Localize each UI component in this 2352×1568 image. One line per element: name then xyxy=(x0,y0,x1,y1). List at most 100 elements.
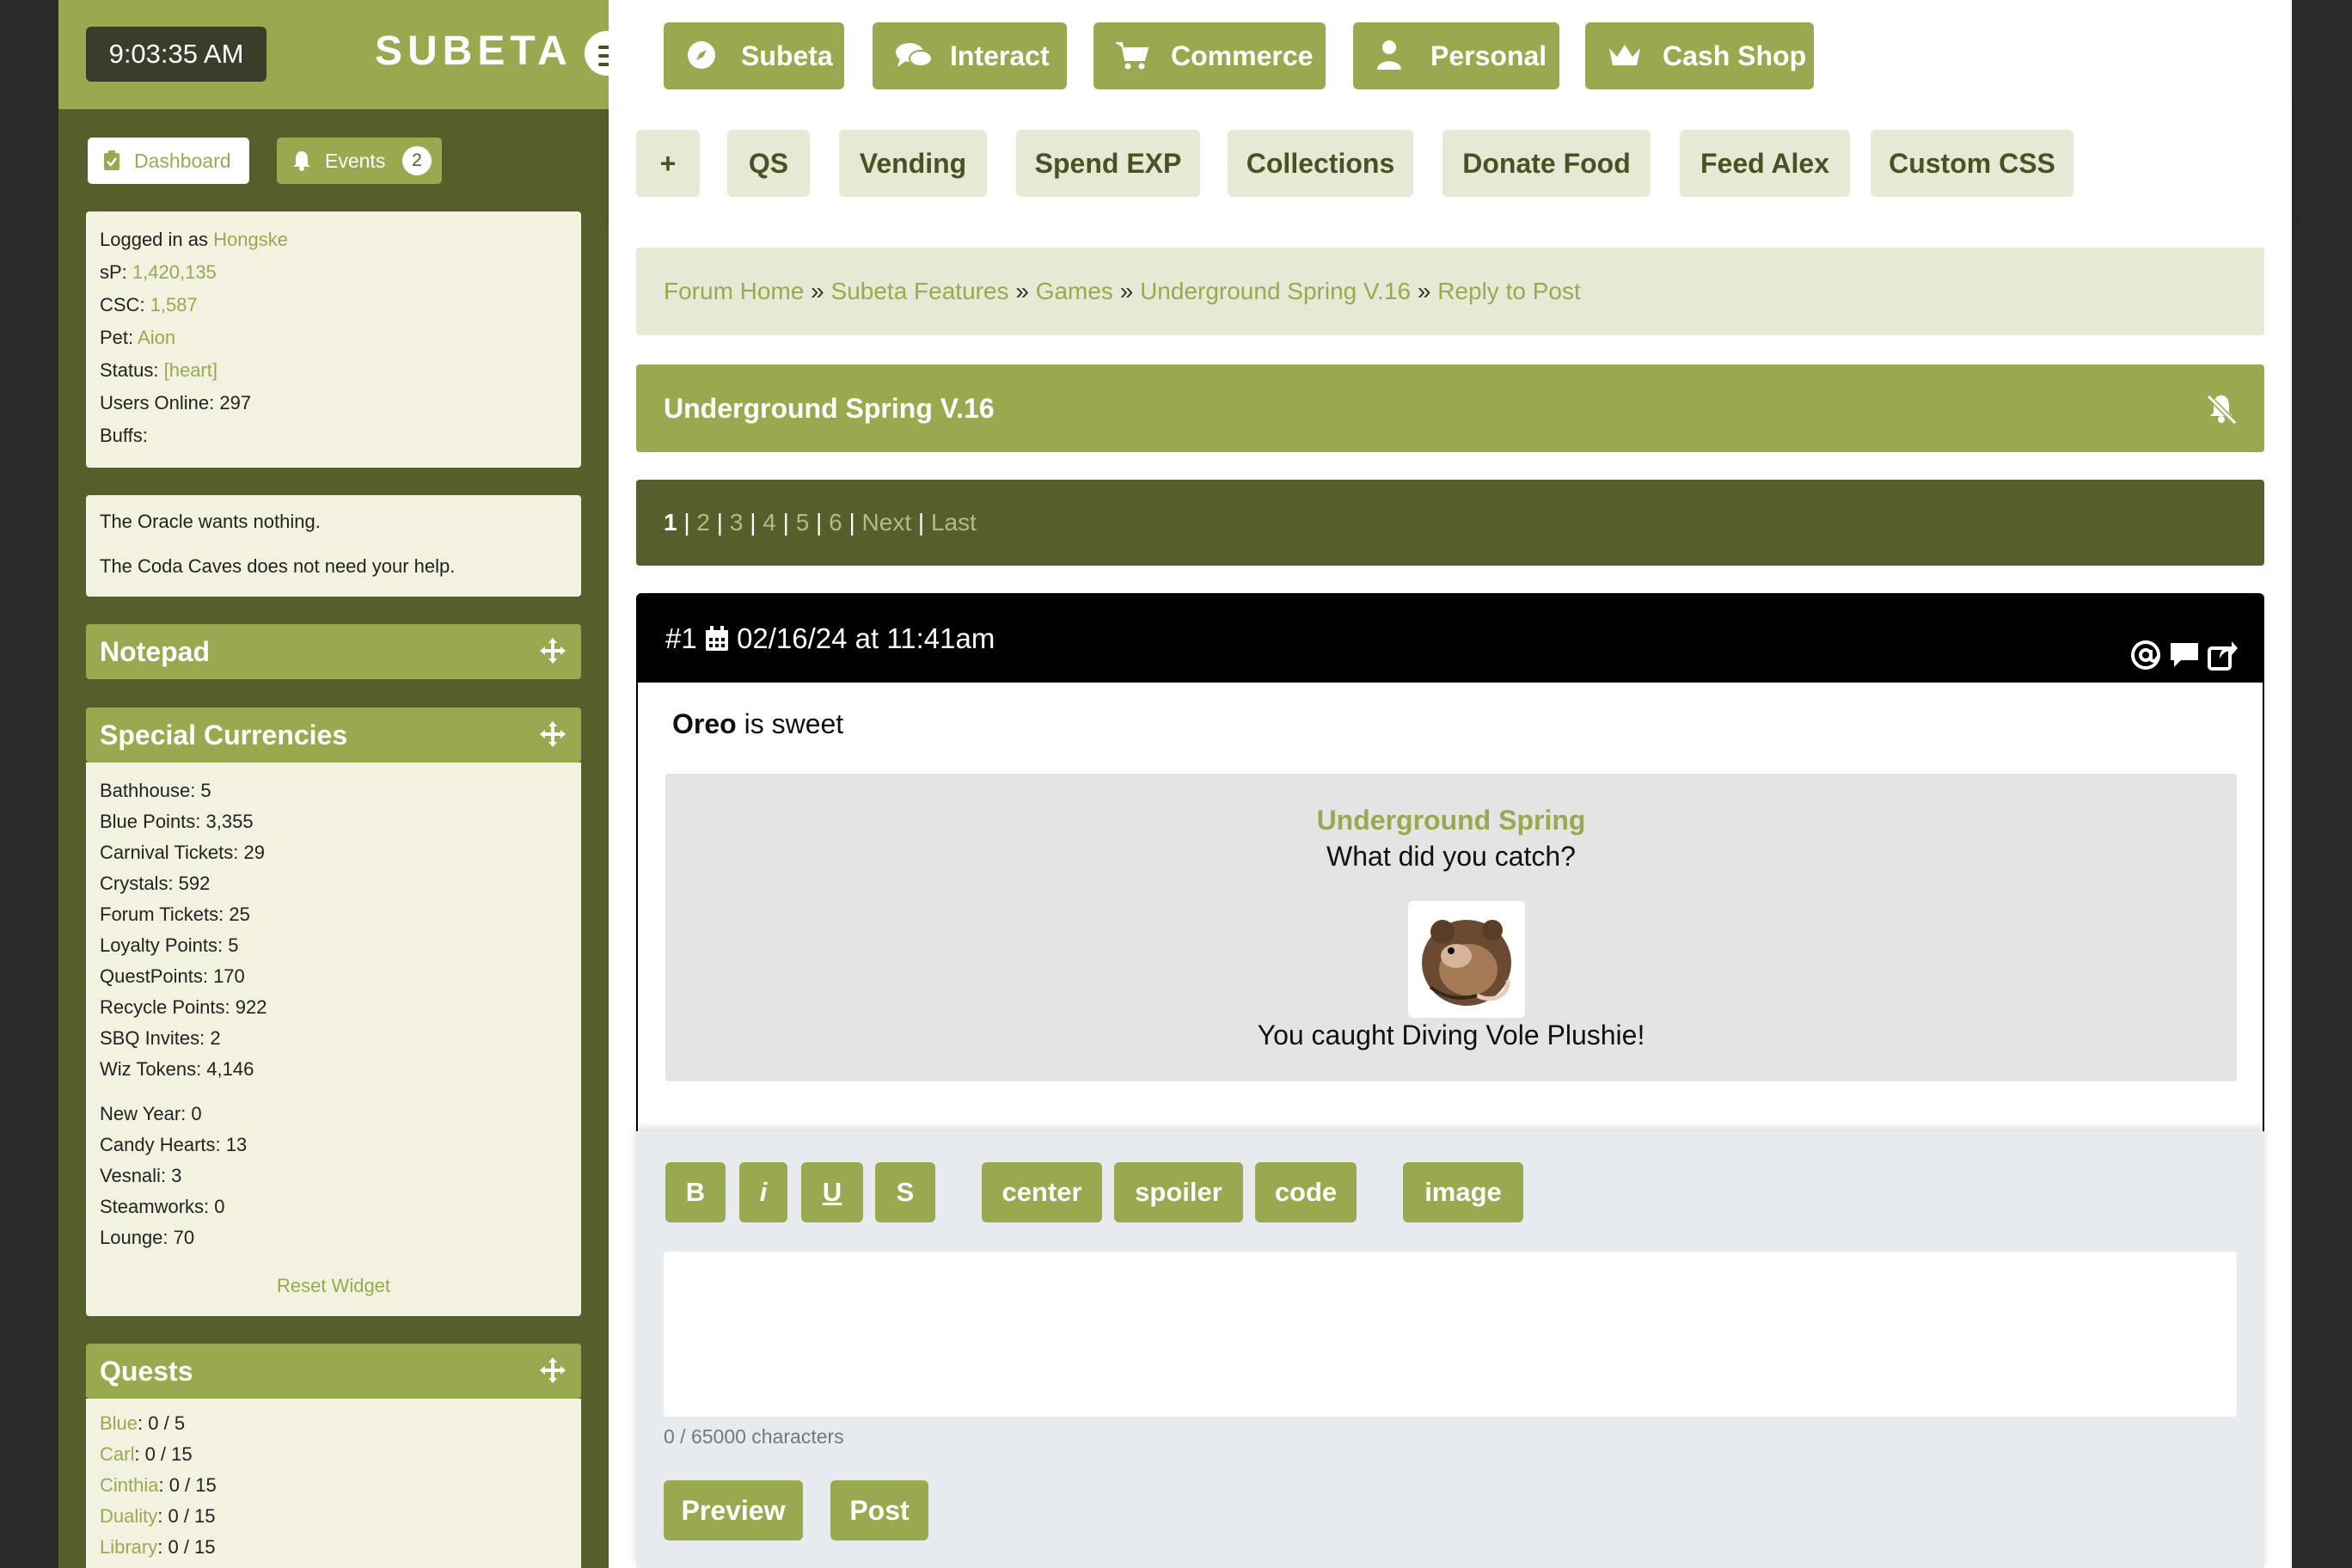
game-title[interactable]: Underground Spring xyxy=(665,805,2237,836)
underline-button[interactable]: U xyxy=(801,1162,863,1222)
currency-item: Wiz Tokens: 4,146 xyxy=(100,1058,254,1080)
nav-personal[interactable]: Personal xyxy=(1353,22,1559,89)
strikethrough-button[interactable]: S xyxy=(875,1162,935,1222)
currencies-title: Special Currencies xyxy=(100,720,348,750)
sp-value[interactable]: 1,420,135 xyxy=(132,261,217,283)
nav-commerce[interactable]: Commerce xyxy=(1093,22,1326,89)
breadcrumb-subeta-features[interactable]: Subeta Features xyxy=(831,278,1009,304)
currency-item: Bathhouse: 5 xyxy=(100,780,211,801)
status-label: Status: xyxy=(100,359,159,381)
image-button[interactable]: image xyxy=(1403,1162,1523,1222)
page-next[interactable]: Next xyxy=(862,509,912,536)
dashboard-button[interactable]: Dashboard xyxy=(88,138,249,184)
events-count-badge: 2 xyxy=(402,146,432,175)
quest-link-library[interactable]: Library xyxy=(100,1536,157,1558)
page-3[interactable]: 3 xyxy=(730,509,744,536)
page-2[interactable]: 2 xyxy=(696,509,710,536)
center-button[interactable]: center xyxy=(982,1162,1102,1222)
thread-title: Underground Spring V.16 xyxy=(664,393,995,424)
page-1[interactable]: 1 xyxy=(664,509,677,536)
spoiler-button[interactable]: spoiler xyxy=(1114,1162,1243,1222)
currencies-widget-header[interactable]: Special Currencies xyxy=(86,707,581,763)
quest-progress: : 0 / 15 xyxy=(158,1474,217,1496)
move-icon[interactable] xyxy=(538,636,567,665)
reply-textarea[interactable] xyxy=(664,1252,2237,1417)
username-link[interactable]: Hongske xyxy=(213,229,288,250)
compass-icon xyxy=(688,41,715,69)
quest-link-blue[interactable]: Blue xyxy=(100,1412,138,1434)
currency-item: SBQ Invites: 2 xyxy=(100,1027,221,1049)
clock: 9:03:35 AM xyxy=(86,27,266,82)
pet-link[interactable]: Aion xyxy=(138,327,175,348)
pagination: 1 | 2 | 3 | 4 | 5 | 6 | Next | Last xyxy=(636,480,2264,566)
vole-plushie-image xyxy=(1422,920,1511,1006)
breadcrumb-thread[interactable]: Underground Spring V.16 xyxy=(1140,278,1411,304)
move-icon[interactable] xyxy=(538,1356,567,1385)
reply-editor: B i U S center spoiler code image 0 / 65… xyxy=(636,1131,2264,1568)
post-text: is sweet xyxy=(736,708,844,739)
quest-link-cinthia[interactable]: Cinthia xyxy=(100,1474,158,1496)
mention-icon[interactable] xyxy=(2130,638,2161,672)
post-number[interactable]: #1 xyxy=(665,622,697,654)
quest-link-carl[interactable]: Carl xyxy=(100,1443,134,1465)
quick-link-donate-food[interactable]: Donate Food xyxy=(1442,130,1651,197)
quests-title: Quests xyxy=(100,1356,193,1387)
breadcrumb-separator: » xyxy=(1417,278,1431,304)
nav-interact[interactable]: Interact xyxy=(873,22,1067,89)
page-6[interactable]: 6 xyxy=(829,509,842,536)
nav-commerce-label: Commerce xyxy=(1171,40,1314,71)
code-button[interactable]: code xyxy=(1255,1162,1357,1222)
message-oracle: The Oracle wants nothing. xyxy=(100,511,321,532)
page-5[interactable]: 5 xyxy=(796,509,810,536)
breadcrumb-forum-home[interactable]: Forum Home xyxy=(664,278,804,304)
quote-icon[interactable] xyxy=(2169,638,2200,672)
csc-value[interactable]: 1,587 xyxy=(150,294,198,315)
page-last[interactable]: Last xyxy=(931,509,977,536)
logged-in-label: Logged in as xyxy=(100,229,208,250)
site-logo[interactable]: SUBETA xyxy=(375,28,573,75)
page-4[interactable]: 4 xyxy=(763,509,776,536)
quick-link-custom-css[interactable]: Custom CSS xyxy=(1871,130,2073,197)
quick-link-vending[interactable]: Vending xyxy=(839,130,987,197)
quest-progress: : 0 / 15 xyxy=(134,1443,193,1465)
sp-label: sP: xyxy=(100,261,127,283)
thread-title-bar: Underground Spring V.16 xyxy=(636,364,2264,452)
breadcrumb-separator: » xyxy=(1015,278,1029,304)
breadcrumb-games[interactable]: Games xyxy=(1036,278,1113,304)
nav-cash-shop-label: Cash Shop xyxy=(1663,40,1807,71)
nav-subeta[interactable]: Subeta xyxy=(664,22,844,89)
post-button[interactable]: Post xyxy=(830,1480,928,1540)
notepad-widget-header[interactable]: Notepad xyxy=(86,624,581,679)
bold-button[interactable]: B xyxy=(665,1162,726,1222)
currency-item: Crystals: 592 xyxy=(100,873,211,894)
add-quick-link-button[interactable]: + xyxy=(636,130,700,197)
quick-link-qs[interactable]: QS xyxy=(727,130,810,197)
user-info-panel: Logged in as Hongske sP: 1,420,135 CSC: … xyxy=(86,211,581,468)
reset-widget-link[interactable]: Reset Widget xyxy=(86,1275,581,1297)
quick-link-collections[interactable]: Collections xyxy=(1228,130,1413,197)
currency-item: Forum Tickets: 25 xyxy=(100,903,250,925)
quick-link-feed-alex[interactable]: Feed Alex xyxy=(1680,130,1850,197)
bell-slash-icon[interactable] xyxy=(2204,392,2239,426)
nav-interact-label: Interact xyxy=(950,40,1050,71)
currency-item: Blue Points: 3,355 xyxy=(100,811,254,832)
nav-personal-label: Personal xyxy=(1430,40,1547,71)
nav-cash-shop[interactable]: Cash Shop xyxy=(1585,22,1814,89)
quick-link-spend-exp[interactable]: Spend EXP xyxy=(1016,130,1200,197)
quests-widget-header[interactable]: Quests xyxy=(86,1344,581,1399)
quest-link-duality[interactable]: Duality xyxy=(100,1505,157,1527)
currency-item: Loyalty Points: 5 xyxy=(100,934,239,956)
share-icon[interactable] xyxy=(2208,638,2239,672)
italic-button[interactable]: i xyxy=(739,1162,787,1222)
game-result-text: You caught Diving Vole Plushie! xyxy=(1257,1020,1645,1050)
preview-button[interactable]: Preview xyxy=(664,1480,803,1540)
quest-progress: : 0 / 15 xyxy=(157,1505,216,1527)
events-button[interactable]: Events 2 xyxy=(277,138,442,184)
breadcrumb-separator: » xyxy=(1119,278,1134,304)
status-value[interactable]: [heart] xyxy=(164,359,217,381)
currencies-panel: Bathhouse: 5 Blue Points: 3,355 Carnival… xyxy=(86,763,581,1316)
comments-icon xyxy=(896,43,933,67)
move-icon[interactable] xyxy=(538,720,567,749)
bell-icon xyxy=(293,151,310,171)
breadcrumb-reply[interactable]: Reply to Post xyxy=(1437,278,1581,304)
